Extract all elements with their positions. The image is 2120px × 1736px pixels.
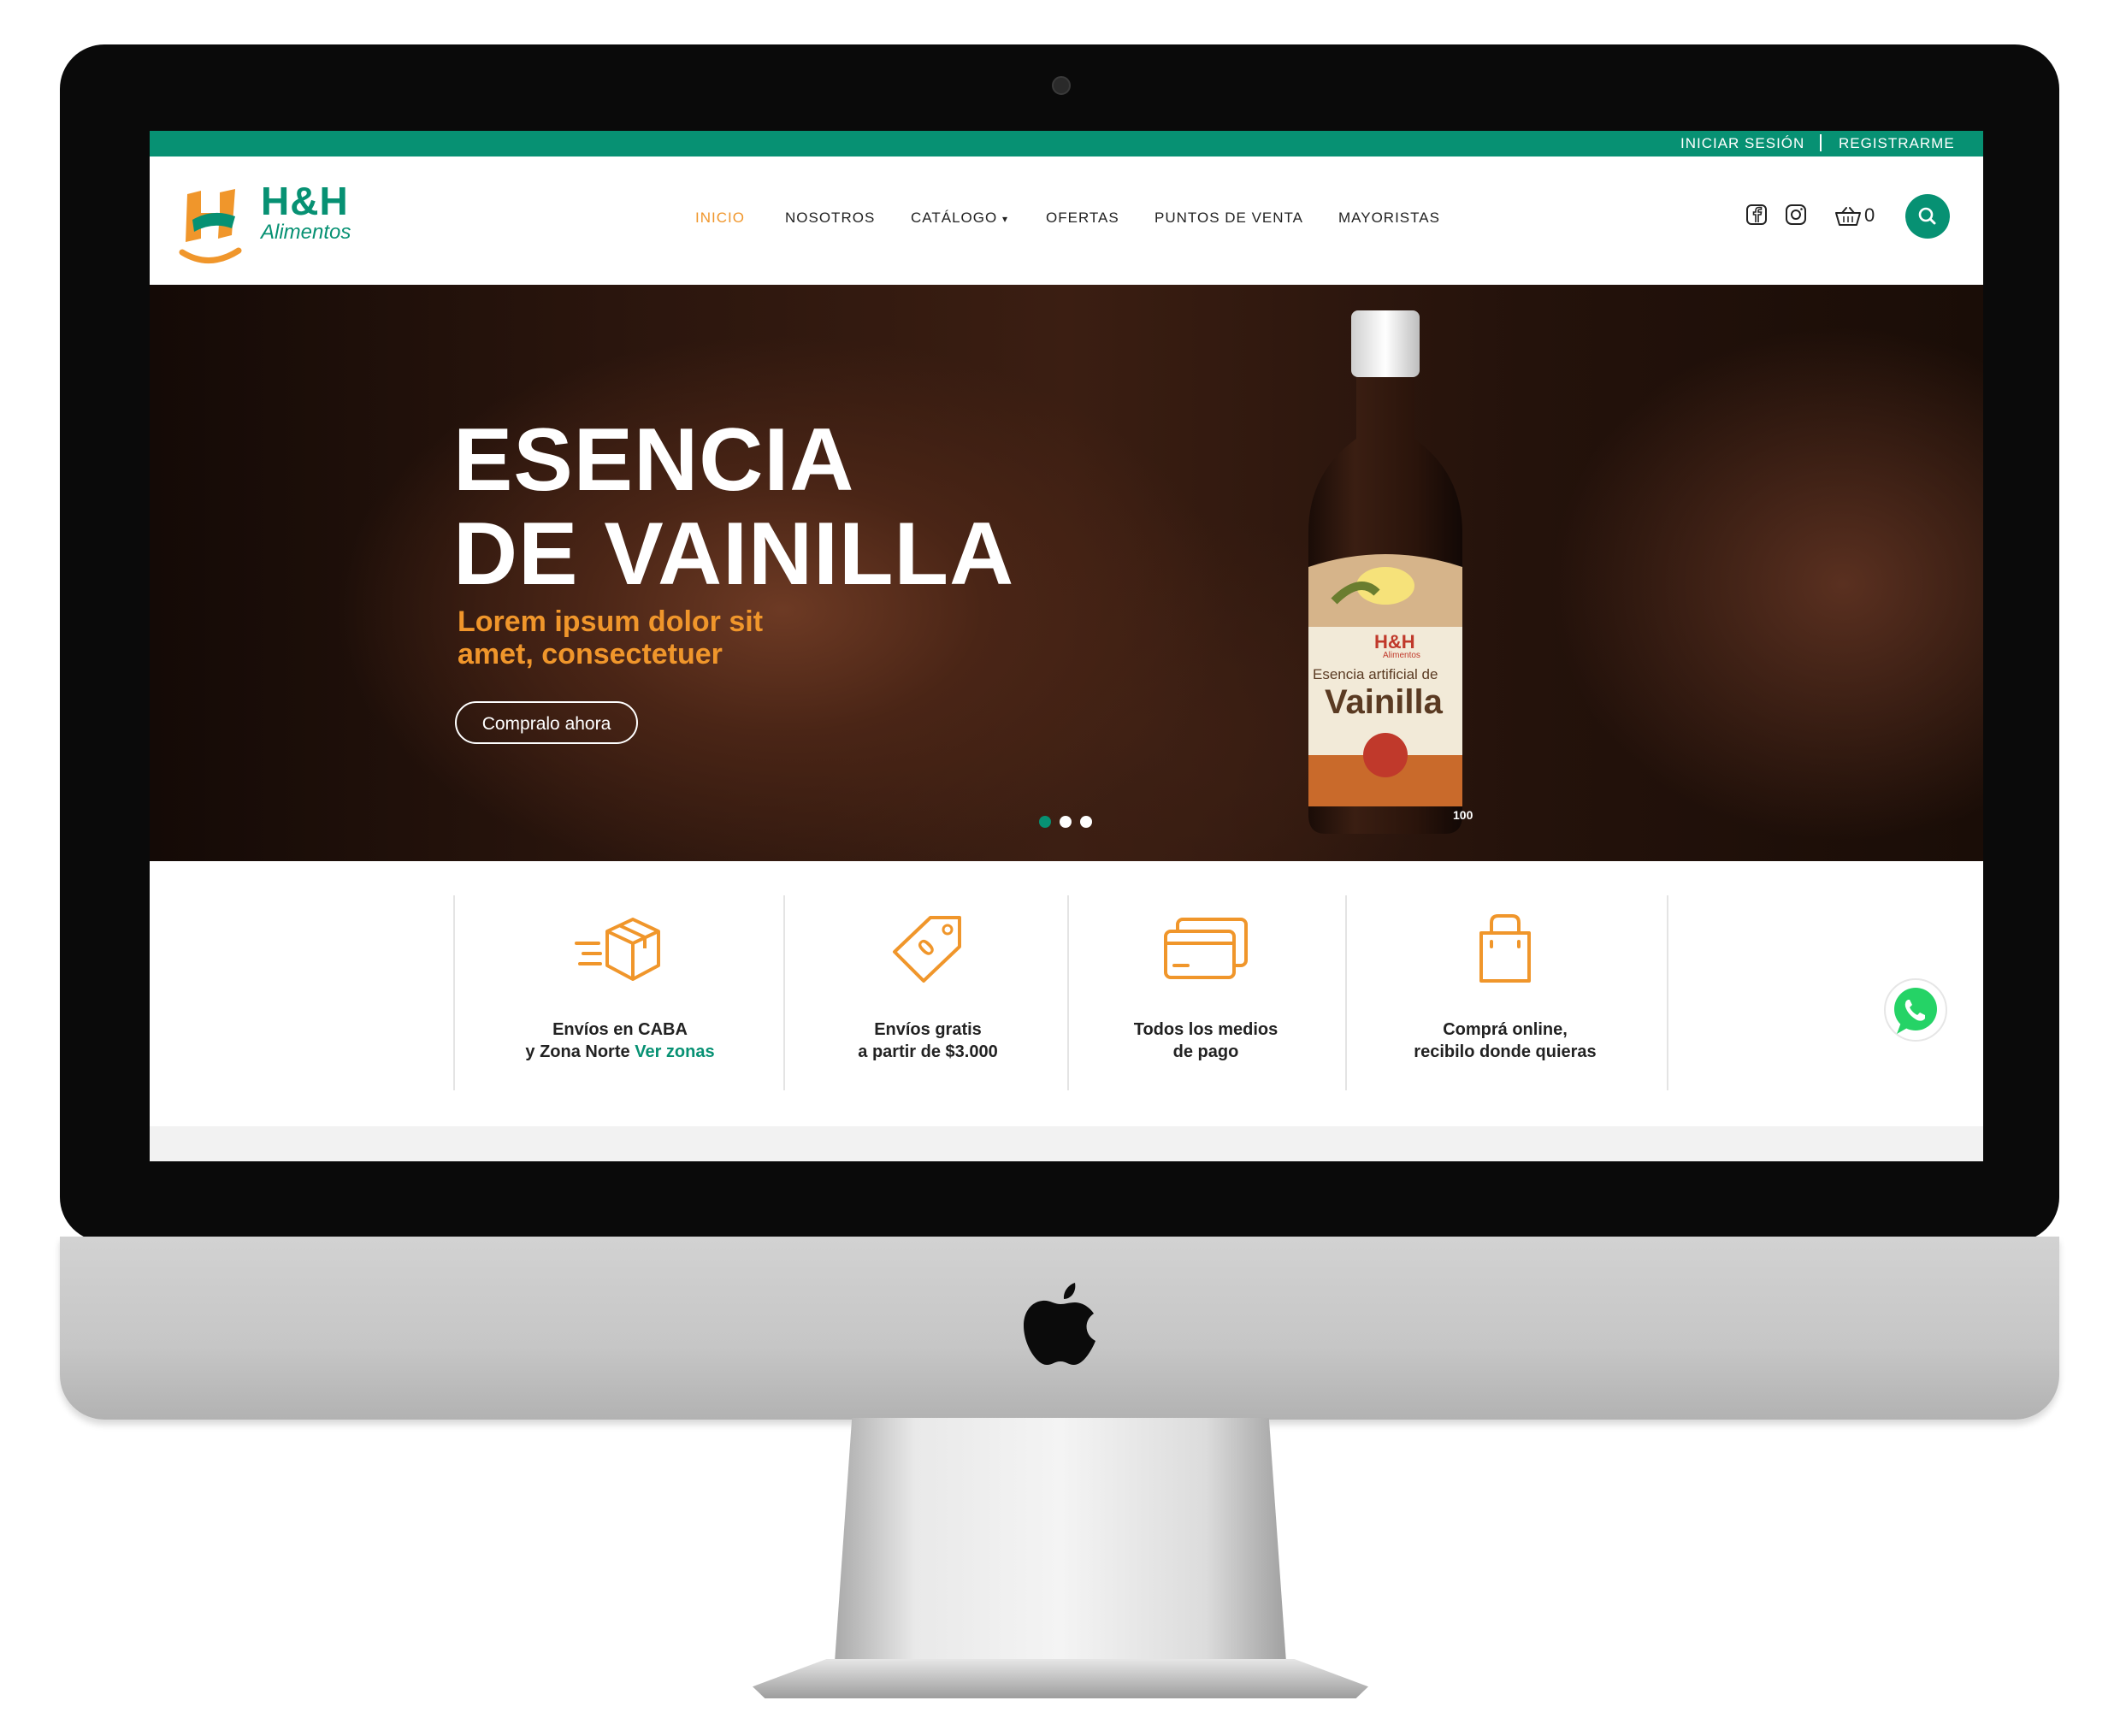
- feature-payment-methods: Todos los medios de pago: [1090, 912, 1321, 1063]
- see-zones-link[interactable]: Ver zonas: [635, 1042, 714, 1061]
- buy-now-button[interactable]: Compralo ahora: [455, 701, 638, 744]
- feature-line2: de pago: [1172, 1042, 1239, 1061]
- bottle-brand-sub: Alimentos: [1383, 651, 1420, 660]
- hero-title-line2: DE VAINILLA: [453, 505, 1015, 604]
- instagram-icon[interactable]: [1785, 204, 1807, 226]
- bottle-size: 100: [1453, 808, 1473, 822]
- feature-line2: a partir de $3.000: [858, 1042, 998, 1061]
- nav-catalogo-label: CATÁLOGO: [911, 210, 998, 226]
- feature-text: Todos los medios de pago: [1090, 1019, 1321, 1063]
- footer-strip: [150, 1126, 1983, 1161]
- hero-subtitle-line1: Lorem ipsum dolor sit: [458, 605, 764, 638]
- feature-line1: Envíos en CABA: [552, 1020, 688, 1039]
- box-delivery-icon: [575, 918, 660, 981]
- feature-line1: Comprá online,: [1443, 1020, 1568, 1039]
- brand-logo-icon[interactable]: [175, 182, 252, 268]
- cart-icon[interactable]: [1834, 206, 1862, 227]
- slider-dot-3[interactable]: [1080, 816, 1092, 828]
- slider-dot-2[interactable]: [1060, 816, 1072, 828]
- search-button[interactable]: [1905, 194, 1950, 239]
- nav-puntos-de-venta[interactable]: PUNTOS DE VENTA: [1154, 210, 1303, 227]
- nav-ofertas[interactable]: OFERTAS: [1046, 210, 1119, 227]
- top-bar: INICIAR SESIÓN REGISTRARME: [150, 131, 1983, 156]
- feature-line1: Envíos gratis: [874, 1020, 982, 1039]
- website-screen: INICIAR SESIÓN REGISTRARME H&H Alimentos…: [150, 131, 1983, 1161]
- feature-divider: [453, 895, 455, 1090]
- bottle-product: Vainilla: [1325, 683, 1443, 721]
- login-link[interactable]: INICIAR SESIÓN: [1680, 135, 1804, 152]
- register-link[interactable]: REGISTRARME: [1839, 135, 1955, 152]
- slider-dot-1[interactable]: [1039, 816, 1051, 828]
- hero-subtitle: Lorem ipsum dolor sit amet, consectetuer: [458, 605, 763, 670]
- feature-text: Envíos gratis a partir de $3.000: [817, 1019, 1039, 1063]
- feature-line2-text: y Zona Norte: [525, 1042, 630, 1061]
- svg-text:0: 0: [912, 933, 941, 961]
- facebook-icon[interactable]: [1745, 204, 1768, 226]
- monitor-foot: [753, 1659, 1368, 1698]
- apple-logo-icon: [1024, 1283, 1095, 1365]
- feature-divider: [1667, 895, 1668, 1090]
- caret-down-icon: ▾: [1001, 213, 1008, 225]
- feature-line2: recibilo donde quieras: [1414, 1042, 1597, 1061]
- nav-inicio[interactable]: INICIO: [695, 210, 745, 227]
- feature-divider: [1067, 895, 1069, 1090]
- monitor-stand: [834, 1418, 1287, 1674]
- hero-title-line1: ESENCIA: [453, 410, 855, 510]
- bottle-line: Esencia artificial de: [1313, 666, 1438, 682]
- price-tag-icon: 0: [893, 916, 961, 983]
- hero-slider: ESENCIA DE VAINILLA Lorem ipsum dolor si…: [150, 285, 1983, 861]
- feature-divider: [1345, 895, 1347, 1090]
- feature-text: Envíos en CABA y Zona Norte Ver zonas: [492, 1019, 748, 1063]
- feature-line2: y Zona Norte Ver zonas: [492, 1041, 748, 1063]
- camera-icon: [1052, 76, 1071, 95]
- vanilla-bottle-image: [1308, 310, 1462, 834]
- feature-shipping-caba: Envíos en CABA y Zona Norte Ver zonas: [492, 912, 748, 1063]
- feature-line1: Todos los medios: [1133, 1020, 1278, 1039]
- site-header: H&H Alimentos INICIO NOSOTROS CATÁLOGO ▾…: [150, 156, 1983, 285]
- hero-subtitle-line2: amet, consectetuer: [458, 638, 723, 670]
- brand-name[interactable]: H&H: [261, 178, 349, 224]
- cart-count[interactable]: 0: [1864, 204, 1875, 227]
- nav-mayoristas[interactable]: MAYORISTAS: [1338, 210, 1440, 227]
- topbar-divider: [1820, 134, 1822, 151]
- whatsapp-icon[interactable]: [1883, 977, 1948, 1042]
- nav-nosotros[interactable]: NOSOTROS: [785, 210, 875, 227]
- nav-catalogo[interactable]: CATÁLOGO ▾: [911, 210, 1008, 227]
- feature-buy-online: Comprá online, recibilo donde quieras: [1373, 912, 1638, 1063]
- credit-card-icon: [1164, 918, 1248, 979]
- brand-tagline: Alimentos: [261, 221, 351, 244]
- search-icon: [1918, 207, 1936, 225]
- features-section: Envíos en CABA y Zona Norte Ver zonas 0 …: [150, 861, 1983, 1126]
- shopping-bag-icon: [1479, 914, 1531, 983]
- hero-title: ESENCIA DE VAINILLA: [453, 413, 1014, 601]
- feature-divider: [783, 895, 785, 1090]
- feature-free-shipping: 0 Envíos gratis a partir de $3.000: [817, 912, 1039, 1063]
- feature-text: Comprá online, recibilo donde quieras: [1373, 1019, 1638, 1063]
